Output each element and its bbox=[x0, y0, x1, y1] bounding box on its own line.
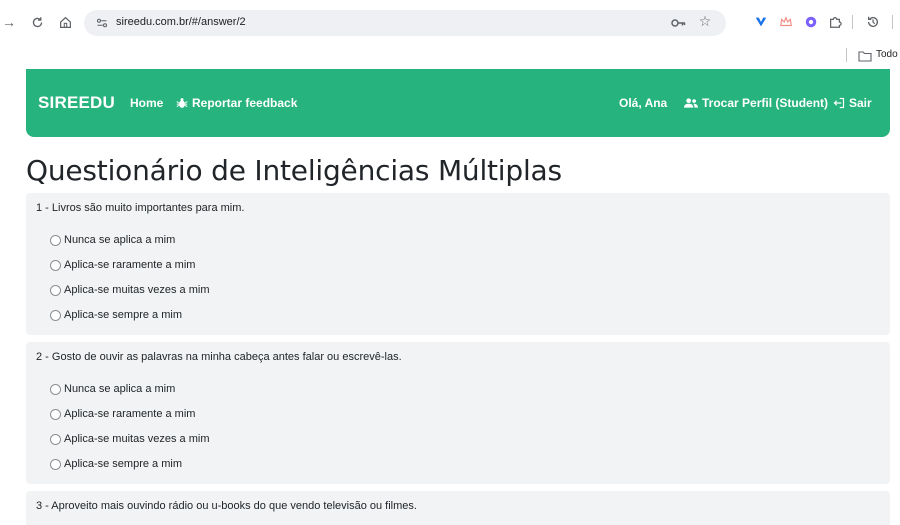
url-text[interactable]: sireedu.com.br/#/answer/2 bbox=[116, 16, 246, 28]
radio-button[interactable] bbox=[50, 383, 61, 395]
bookmarks-divider bbox=[846, 48, 847, 62]
page-title: Questionário de Inteligências Múltiplas bbox=[26, 154, 562, 187]
switch-profile-link[interactable]: Trocar Perfil (Student) bbox=[684, 96, 828, 110]
browser-toolbar: → sireedu.com.br/#/answer/2 ☆ bbox=[0, 0, 900, 44]
address-bar[interactable]: sireedu.com.br/#/answer/2 ☆ bbox=[84, 10, 726, 36]
app-navbar: SIREEDU Home Reportar feedback Olá, Ana … bbox=[26, 69, 890, 137]
option-never[interactable]: Nunca se aplica a mim bbox=[50, 234, 175, 246]
option-label: Aplica-se sempre a mim bbox=[64, 309, 182, 321]
question-card: 3 - Aproveito mais ouvindo rádio ou u-bo… bbox=[26, 491, 890, 525]
option-label: Aplica-se raramente a mim bbox=[64, 259, 196, 271]
question-text: 3 - Aproveito mais ouvindo rádio ou u-bo… bbox=[36, 500, 417, 512]
option-rarely[interactable]: Aplica-se raramente a mim bbox=[50, 259, 195, 271]
radio-button[interactable] bbox=[50, 408, 61, 420]
toolbar-divider bbox=[892, 15, 893, 29]
radio-button[interactable] bbox=[50, 284, 61, 296]
extensions-puzzle-icon[interactable] bbox=[826, 13, 844, 31]
bookmark-star-icon[interactable]: ☆ bbox=[696, 13, 714, 31]
option-never[interactable]: Nunca se aplica a mim bbox=[50, 383, 175, 395]
option-label: Aplica-se muitas vezes a mim bbox=[64, 284, 210, 296]
bookmark-folder-todo[interactable]: Todo bbox=[876, 49, 898, 60]
forward-icon[interactable]: → bbox=[0, 13, 18, 31]
home-icon[interactable] bbox=[56, 13, 74, 31]
question-text: 2 - Gosto de ouvir as palavras na minha … bbox=[36, 351, 402, 363]
logout-label: Sair bbox=[849, 96, 872, 110]
bug-icon bbox=[176, 98, 188, 108]
brand-logo[interactable]: SIREEDU bbox=[38, 93, 115, 113]
extension-circle-icon[interactable] bbox=[802, 13, 820, 31]
option-always[interactable]: Aplica-se sempre a mim bbox=[50, 309, 182, 321]
logout-link[interactable]: Sair bbox=[833, 96, 872, 110]
nav-home-link[interactable]: Home bbox=[130, 96, 163, 110]
users-icon bbox=[684, 98, 698, 108]
user-greeting: Olá, Ana bbox=[619, 96, 667, 110]
option-label: Aplica-se muitas vezes a mim bbox=[64, 433, 210, 445]
reload-icon[interactable] bbox=[28, 13, 46, 31]
greeting-label: Olá, Ana bbox=[619, 96, 668, 110]
option-often[interactable]: Aplica-se muitas vezes a mim bbox=[50, 433, 210, 445]
logout-icon bbox=[833, 97, 845, 109]
toolbar-divider bbox=[852, 15, 853, 29]
question-text: 1 - Livros são muito importantes para mi… bbox=[36, 202, 245, 214]
option-label: Nunca se aplica a mim bbox=[64, 234, 176, 246]
option-often[interactable]: Aplica-se muitas vezes a mim bbox=[50, 284, 210, 296]
question-card: 1 - Livros são muito importantes para mi… bbox=[26, 193, 890, 335]
option-rarely[interactable]: Aplica-se raramente a mim bbox=[50, 408, 195, 420]
radio-button[interactable] bbox=[50, 259, 61, 271]
option-label: Aplica-se sempre a mim bbox=[64, 458, 182, 470]
radio-button[interactable] bbox=[50, 433, 61, 445]
switch-profile-label: Trocar Perfil (Student) bbox=[702, 96, 829, 110]
nav-home-label: Home bbox=[130, 96, 164, 110]
history-icon[interactable] bbox=[864, 13, 882, 31]
site-settings-icon[interactable] bbox=[94, 15, 110, 31]
extension-crown-icon[interactable] bbox=[777, 13, 795, 31]
question-card: 2 - Gosto de ouvir as palavras na minha … bbox=[26, 342, 890, 484]
radio-button[interactable] bbox=[50, 458, 61, 470]
option-label: Nunca se aplica a mim bbox=[64, 383, 176, 395]
folder-icon[interactable] bbox=[858, 49, 872, 62]
password-key-icon[interactable] bbox=[670, 15, 686, 31]
radio-button[interactable] bbox=[50, 309, 61, 321]
extension-v-icon[interactable] bbox=[752, 13, 770, 31]
bookmarks-bar: Todo bbox=[0, 44, 900, 66]
option-label: Aplica-se raramente a mim bbox=[64, 408, 196, 420]
option-always[interactable]: Aplica-se sempre a mim bbox=[50, 458, 182, 470]
nav-feedback-label: Reportar feedback bbox=[192, 96, 298, 110]
radio-button[interactable] bbox=[50, 234, 61, 246]
nav-feedback-link[interactable]: Reportar feedback bbox=[176, 96, 297, 110]
